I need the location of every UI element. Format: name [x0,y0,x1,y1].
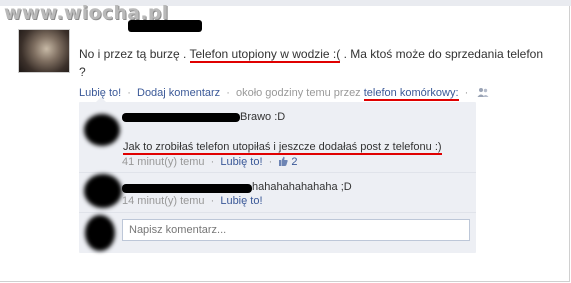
comment-text-line2: Jak to zrobiłaś telefon utopiłaś i jeszc… [123,141,442,155]
comment-time: 41 minut(y) temu [122,156,205,168]
post-text-start: No i przez tą burzę . [79,47,190,61]
via-mobile-text: telefon komórkowy [363,87,456,99]
comment-divider [79,212,476,213]
censored-avatar [84,174,122,208]
separator-dot: · [268,156,273,168]
comment-likes-count[interactable]: 2 [291,156,297,168]
post-actions: Lubię to! · Dodaj komentarz · około godz… [79,86,489,101]
via-mobile-link[interactable]: telefon komórkowy: [363,87,459,101]
comment-text: Brawo :D [240,111,286,123]
censored-avatar [84,114,120,146]
comment-divider [79,172,476,173]
separator-dot: · [210,156,215,168]
comment-like-link[interactable]: Lubię to! [220,195,262,207]
comment-text: hahahahahahaha ;D [252,181,352,193]
avatar[interactable] [18,29,70,73]
comment-input[interactable]: Napisz komentarz... [122,219,470,241]
comment-time: 14 minut(y) temu [122,195,205,207]
comment-like-link[interactable]: Lubię to! [220,156,262,168]
via-suffix: : [455,87,459,99]
comment-highlight: Jak to zrobiłaś telefon utopiłaś i jeszc… [123,141,442,155]
post-text-highlight: Telefon utopiony w wodzie :( [189,47,341,63]
post-time: około godziny temu przez [235,87,361,99]
comment-meta: 14 minut(y) temu · Lubię to! [122,195,263,207]
censored-name-bar [122,113,240,122]
add-comment-link[interactable]: Dodaj komentarz [137,87,220,99]
post-text: No i przez tą burzę . Telefon utopiony w… [79,45,549,81]
censored-name-bar [128,20,202,32]
separator-dot: · [226,87,230,99]
separator-dot: · [464,87,469,99]
censored-avatar [85,215,115,251]
separator-dot: · [210,195,215,207]
audience-icon[interactable] [477,87,489,97]
censored-name-bar [122,184,252,193]
comment-meta: 41 minut(y) temu · Lubię to! · 2 [122,155,298,168]
separator-dot: · [127,87,131,99]
thumbs-up-icon[interactable] [278,156,288,166]
comments-section: Brawo :D Jak to zrobiłaś telefon utopiła… [79,102,476,253]
